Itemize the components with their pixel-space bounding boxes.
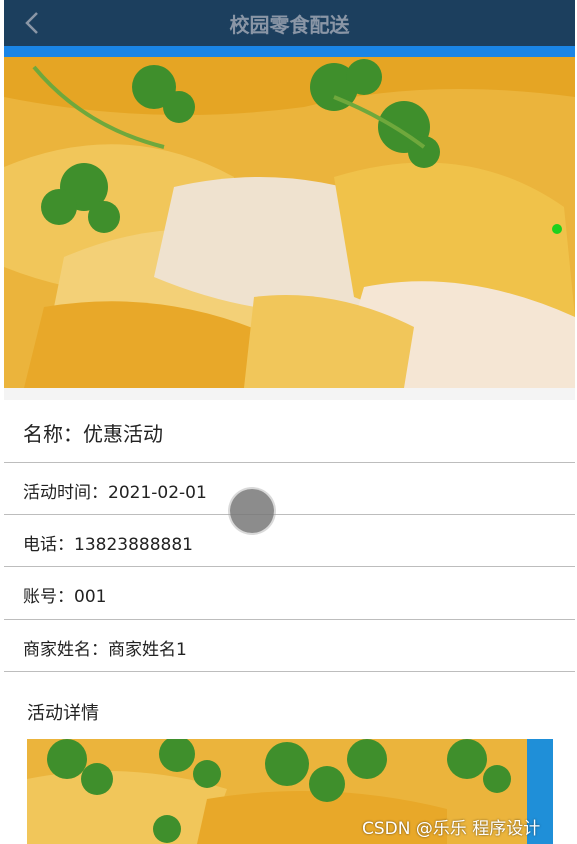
activity-name-row: 名称：优惠活动 [4, 400, 575, 463]
accent-bar [4, 46, 575, 57]
detail-heading: 活动详情 [27, 703, 99, 724]
phone-number: 电话：13823888881 [23, 535, 193, 555]
touch-indicator [230, 489, 274, 533]
merchant-name: 商家姓名：商家姓名1 [23, 640, 187, 660]
watermark: CSDN @乐乐 程序设计 [362, 819, 541, 839]
carousel-indicator[interactable] [552, 224, 562, 234]
page-title: 校园零食配送 [229, 13, 350, 37]
phone-row: 电话：13823888881 [4, 515, 575, 567]
activity-time: 活动时间：2021-02-01 [23, 483, 207, 503]
activity-time-row: 活动时间：2021-02-01 [4, 463, 575, 515]
account-number: 账号：001 [23, 587, 107, 607]
top-bar: 校园零食配送 [4, 0, 575, 46]
section-gap [4, 388, 575, 400]
activity-name: 名称：优惠活动 [23, 422, 163, 446]
chicken-photo [4, 57, 575, 388]
hero-image[interactable] [4, 57, 575, 388]
merchant-row: 商家姓名：商家姓名1 [4, 620, 575, 672]
account-row: 账号：001 [4, 567, 575, 620]
